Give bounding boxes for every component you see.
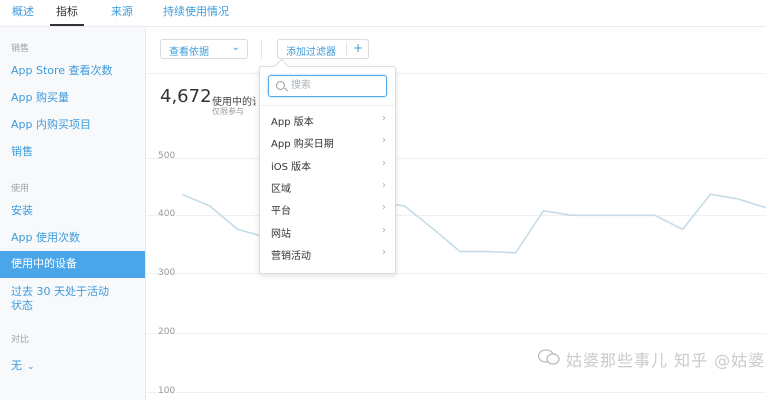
sidebar: 销售 App Store 查看次数 App 购买量 App 内购买项目 销售 使… bbox=[0, 27, 146, 400]
add-filter-button[interactable]: 添加过滤器 + bbox=[277, 39, 369, 59]
sidebar-item-in-app-purchases[interactable]: App 内购买项目 bbox=[11, 118, 136, 132]
filter-option-label: App 购买日期 bbox=[271, 139, 334, 150]
watermark-text: 姑婆那些事儿 知乎 @姑婆 bbox=[566, 351, 766, 370]
tab-overview[interactable]: 概述 bbox=[12, 3, 34, 19]
filter-option-ios-version[interactable]: iOS 版本 › bbox=[271, 158, 389, 173]
sidebar-item-label: 使用中的设备 bbox=[11, 257, 77, 270]
plus-icon: + bbox=[353, 41, 364, 55]
toolbar-divider bbox=[261, 39, 262, 59]
filter-option-label: iOS 版本 bbox=[271, 162, 312, 173]
filter-option-campaign[interactable]: 营销活动 › bbox=[271, 247, 389, 262]
filter-option-label: 平台 bbox=[271, 206, 291, 217]
search-icon bbox=[276, 81, 285, 90]
top-tab-bar: 概述 指标 来源 持续使用情况 bbox=[0, 0, 766, 27]
compare-select[interactable]: 无 ⌄ bbox=[11, 357, 35, 373]
filter-option-website[interactable]: 网站 › bbox=[271, 225, 389, 240]
filter-option-territory[interactable]: 区域 › bbox=[271, 180, 389, 195]
sidebar-item-sales[interactable]: 销售 bbox=[11, 145, 136, 159]
tab-retention[interactable]: 持续使用情况 bbox=[163, 3, 229, 19]
sidebar-section-usage: 使用 bbox=[11, 184, 30, 194]
chart-top-border bbox=[146, 73, 766, 74]
filter-option-purchase-date[interactable]: App 购买日期 › bbox=[271, 135, 389, 150]
chevron-right-icon: › bbox=[382, 180, 386, 191]
filter-dropdown-menu: App 版本 › App 购买日期 › iOS 版本 › 区域 › 平台 › 网站 › 营销… bbox=[259, 58, 396, 274]
chevron-down-icon: ⌄ bbox=[27, 362, 35, 372]
sidebar-item-installs[interactable]: 安装 bbox=[11, 204, 136, 218]
chevron-down-icon: ⌄ bbox=[231, 42, 240, 53]
compare-value: 无 bbox=[11, 359, 22, 372]
button-divider bbox=[346, 42, 347, 56]
sidebar-item-app-store-views[interactable]: App Store 查看次数 bbox=[11, 64, 136, 78]
sidebar-item-active-last-30-days[interactable]: 过去 30 天处于活动状态 bbox=[11, 285, 116, 313]
sidebar-section-compare: 对比 bbox=[11, 335, 30, 345]
sidebar-section-sales: 销售 bbox=[11, 44, 30, 54]
sidebar-item-app-purchases[interactable]: App 购买量 bbox=[11, 91, 136, 105]
metric-sub-label: 仅限参与 bbox=[212, 107, 244, 116]
filter-option-app-version[interactable]: App 版本 › bbox=[271, 113, 389, 128]
chevron-right-icon: › bbox=[382, 225, 386, 236]
filter-search-box[interactable] bbox=[268, 75, 387, 97]
filter-option-label: 网站 bbox=[271, 229, 291, 240]
sidebar-item-active-devices[interactable]: 使用中的设备 bbox=[0, 251, 145, 278]
tab-sources[interactable]: 来源 bbox=[111, 3, 133, 19]
active-tab-indicator bbox=[50, 24, 84, 26]
chevron-right-icon: › bbox=[382, 247, 386, 258]
view-by-dropdown[interactable]: 查看依据 ⌄ bbox=[160, 39, 248, 59]
chevron-right-icon: › bbox=[382, 158, 386, 169]
filter-option-label: 营销活动 bbox=[271, 251, 311, 262]
sidebar-item-sessions[interactable]: App 使用次数 bbox=[11, 231, 136, 245]
filter-option-label: 区域 bbox=[271, 184, 291, 195]
filter-option-label: App 版本 bbox=[271, 117, 314, 128]
add-filter-label: 添加过滤器 bbox=[286, 47, 336, 58]
dropdown-divider bbox=[260, 105, 395, 106]
metric-value: 4,672 bbox=[160, 86, 212, 107]
filter-search-input[interactable] bbox=[291, 78, 381, 92]
tab-metrics[interactable]: 指标 bbox=[56, 3, 78, 19]
view-by-label: 查看依据 bbox=[169, 47, 209, 58]
chevron-right-icon: › bbox=[382, 135, 386, 146]
chevron-right-icon: › bbox=[382, 113, 386, 124]
wechat-icon bbox=[537, 349, 560, 365]
chevron-right-icon: › bbox=[382, 202, 386, 213]
filter-option-platform[interactable]: 平台 › bbox=[271, 202, 389, 217]
